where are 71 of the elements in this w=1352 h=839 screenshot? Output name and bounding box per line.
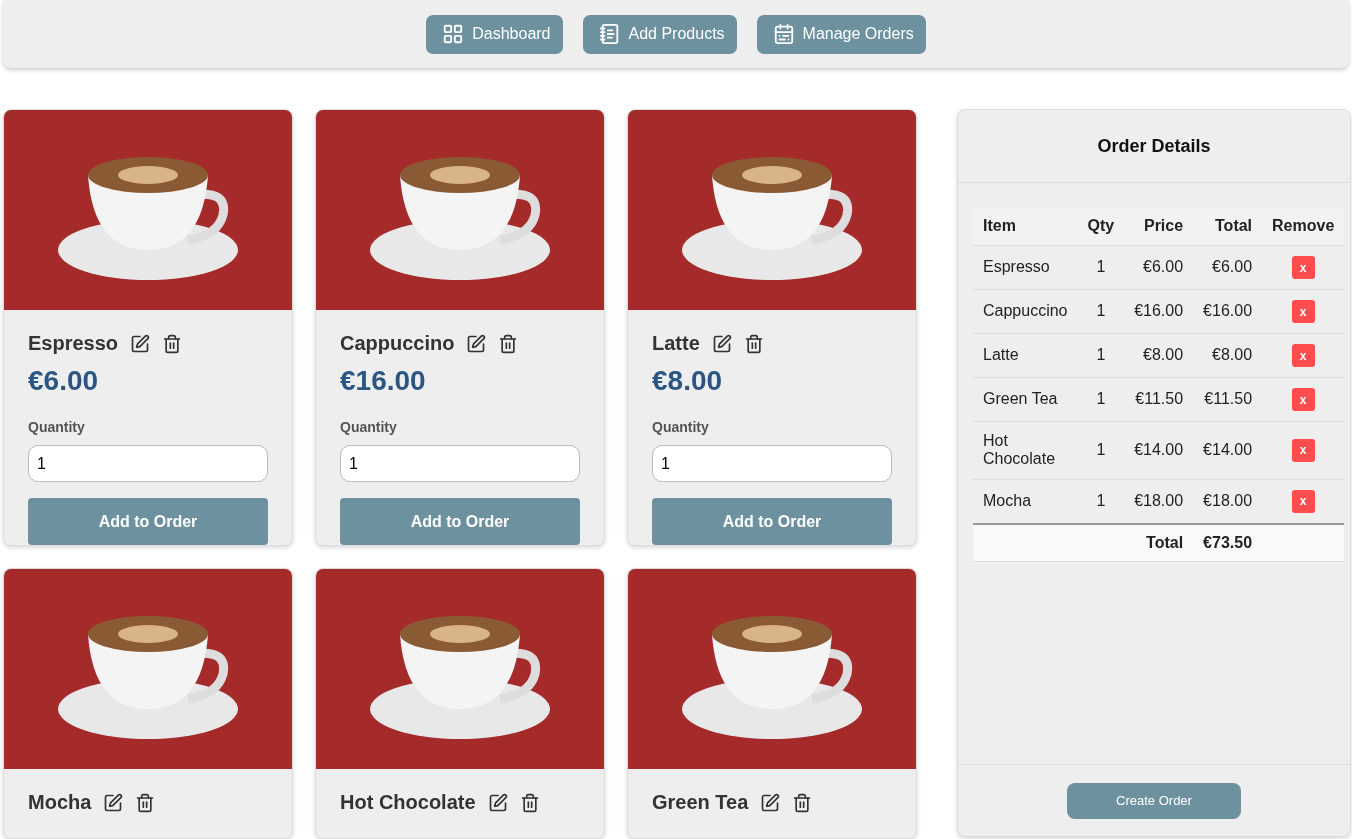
delete-button[interactable] [498, 333, 519, 354]
total-cell: €16.00 [1193, 289, 1263, 334]
create-order-button[interactable]: Create Order [1067, 782, 1241, 819]
quantity-field[interactable]: 1 [652, 445, 892, 482]
price-cell: €16.00 [1124, 289, 1194, 334]
item-cell: Latte [973, 333, 1078, 378]
delete-button[interactable] [162, 333, 183, 354]
product-name: Latte [652, 332, 700, 355]
price-cell: €11.50 [1124, 377, 1194, 422]
remove-button[interactable]: x [1291, 300, 1315, 323]
nav-button[interactable]: Dashboard [426, 14, 563, 54]
total-cell: €14.00 [1193, 421, 1263, 480]
total-cell: €8.00 [1193, 333, 1263, 378]
product-price: €6.00 [28, 365, 100, 397]
calendar-icon [772, 23, 795, 45]
edit-button[interactable] [466, 333, 487, 354]
product-name: Mocha [28, 791, 92, 814]
column-header: Item [973, 207, 1078, 246]
product-price: €8.00 [652, 365, 724, 397]
edit-button[interactable] [760, 792, 781, 813]
quantity-label: Quantity [652, 419, 710, 435]
qty-cell: 1 [1077, 377, 1125, 422]
nav-button[interactable]: Manage Orders [756, 14, 926, 54]
quantity-label: Quantity [340, 419, 398, 435]
add-to-order-button[interactable]: Add to Order [652, 498, 892, 545]
item-cell: Hot Chocolate [973, 421, 1078, 480]
qty-cell: 1 [1077, 333, 1125, 378]
total-label: Total [1124, 523, 1194, 562]
remove-button[interactable]: x [1291, 344, 1315, 367]
grid-icon [442, 23, 465, 45]
column-header: Total [1193, 207, 1263, 246]
total-cell: €11.50 [1193, 377, 1263, 422]
nav-button[interactable]: Add Products [582, 14, 737, 54]
remove-button[interactable]: x [1291, 256, 1315, 279]
add-to-order-button[interactable]: Add to Order [28, 498, 268, 545]
item-cell: Green Tea [973, 377, 1078, 422]
edit-button[interactable] [711, 333, 732, 354]
qty-cell: 1 [1077, 289, 1125, 334]
product-name: Hot Chocolate [340, 791, 476, 814]
delete-button[interactable] [792, 792, 813, 813]
edit-button[interactable] [487, 792, 508, 813]
add-to-order-button[interactable]: Add to Order [340, 498, 580, 545]
item-cell: Cappuccino [973, 289, 1078, 334]
column-header: Price [1124, 207, 1194, 246]
quantity-field[interactable]: 1 [28, 445, 268, 482]
price-cell: €14.00 [1124, 421, 1194, 480]
quantity-label: Quantity [28, 419, 86, 435]
product-name: Green Tea [652, 791, 749, 814]
edit-button[interactable] [130, 333, 151, 354]
column-header: Remove [1262, 207, 1345, 246]
product-price: €16.00 [340, 365, 427, 397]
column-header: Qty [1077, 207, 1125, 246]
quantity-field[interactable]: 1 [340, 445, 580, 482]
order-total: €73.50 [1193, 523, 1263, 562]
remove-button[interactable]: x [1291, 388, 1315, 411]
qty-cell: 1 [1077, 421, 1125, 480]
delete-button[interactable] [519, 792, 540, 813]
delete-button[interactable] [743, 333, 764, 354]
item-cell: Espresso [973, 245, 1078, 290]
product-name: Espresso [28, 332, 119, 355]
delete-button[interactable] [135, 792, 156, 813]
remove-button[interactable]: x [1291, 489, 1315, 513]
remove-button[interactable]: x [1291, 438, 1315, 462]
edit-button[interactable] [103, 792, 124, 813]
product-name: Cappuccino [340, 332, 455, 355]
panel-title: Order Details [1097, 135, 1211, 157]
price-cell: €8.00 [1124, 333, 1194, 378]
notebook-icon [598, 23, 621, 45]
price-cell: €6.00 [1124, 245, 1194, 290]
qty-cell: 1 [1077, 245, 1125, 290]
total-cell: €6.00 [1193, 245, 1263, 290]
